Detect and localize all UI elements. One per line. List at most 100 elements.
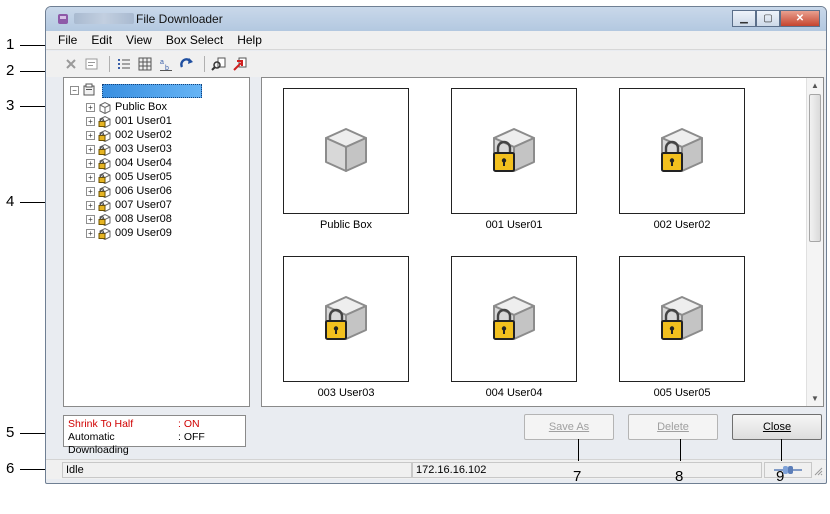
- box-tile[interactable]: Public Box: [283, 88, 409, 231]
- callout-8: 8: [675, 468, 684, 485]
- toolbar-separator: [204, 56, 205, 72]
- expand-icon[interactable]: +: [86, 228, 95, 238]
- delete-button[interactable]: Delete: [628, 414, 718, 440]
- close-button[interactable]: Close: [732, 414, 822, 440]
- shrink-to-half-label: Shrink To Half: [68, 418, 134, 430]
- box-tile[interactable]: 004 User04: [451, 256, 577, 399]
- box-tree-view[interactable]: − + Public Box +001 User01 +002 User02 +003 …: [63, 77, 250, 407]
- tree-item-label: 006 User06: [115, 185, 172, 197]
- connection-indicator: [764, 462, 812, 478]
- minimize-button[interactable]: ▁: [732, 10, 756, 27]
- tree-item-label: 001 User01: [115, 115, 172, 127]
- locked-box-icon: [98, 143, 111, 156]
- tree-item[interactable]: + Public Box: [86, 100, 167, 114]
- status-state: Idle: [62, 462, 412, 478]
- refresh-icon[interactable]: [178, 55, 196, 73]
- resize-grip-icon[interactable]: [813, 466, 823, 476]
- tree-item-label: 008 User08: [115, 213, 172, 225]
- tree-item[interactable]: +003 User03: [86, 142, 172, 156]
- expand-icon[interactable]: +: [86, 214, 95, 224]
- menu-bar: File Edit View Box Select Help: [46, 31, 826, 50]
- locked-box-icon: [493, 128, 535, 172]
- window-title: File Downloader: [136, 12, 223, 26]
- tree-item[interactable]: +009 User09: [86, 226, 172, 240]
- box-tile-label: 003 User03: [317, 387, 375, 399]
- scroll-up-icon[interactable]: ▲: [811, 81, 819, 90]
- box-icon: [325, 128, 367, 172]
- thumbnail-view-icon[interactable]: [136, 55, 154, 73]
- scroll-down-icon[interactable]: ▼: [811, 394, 819, 403]
- box-thumbnail[interactable]: [619, 256, 745, 382]
- box-thumbnail[interactable]: [451, 256, 577, 382]
- box-tile[interactable]: 002 User02: [619, 88, 745, 231]
- save-as-button[interactable]: Save As: [524, 414, 614, 440]
- title-bar: File Downloader ▁ ▢ ✕: [46, 7, 826, 31]
- rename-icon[interactable]: ab: [157, 55, 175, 73]
- tree-item[interactable]: +004 User04: [86, 156, 172, 170]
- locked-box-icon: [98, 227, 111, 240]
- tree-item[interactable]: +008 User08: [86, 212, 172, 226]
- callout-line-8: [680, 439, 681, 461]
- callout-line-7: [578, 439, 579, 461]
- tree-item-label: Public Box: [115, 101, 167, 113]
- box-thumbnail[interactable]: [283, 88, 409, 214]
- window-close-button[interactable]: ✕: [780, 10, 820, 27]
- toolbar: ab: [46, 51, 826, 77]
- scroll-thumb[interactable]: [809, 94, 821, 242]
- download-icon[interactable]: [231, 55, 249, 73]
- expand-icon[interactable]: +: [86, 200, 95, 210]
- locked-box-icon: [98, 115, 111, 128]
- expand-icon[interactable]: +: [86, 102, 95, 112]
- callout-4: 4: [6, 193, 15, 210]
- tree-item[interactable]: +002 User02: [86, 128, 172, 142]
- expand-icon[interactable]: +: [86, 130, 95, 140]
- tree-item[interactable]: +006 User06: [86, 184, 172, 198]
- tree-item[interactable]: +005 User05: [86, 170, 172, 184]
- status-ip-address: 172.16.16.102: [412, 462, 762, 478]
- collapse-icon[interactable]: −: [70, 85, 79, 95]
- callout-2: 2: [6, 62, 15, 79]
- box-thumbnail[interactable]: [451, 88, 577, 214]
- tree-item-label: 005 User05: [115, 171, 172, 183]
- expand-icon[interactable]: +: [86, 172, 95, 182]
- expand-icon[interactable]: +: [86, 158, 95, 168]
- properties-icon[interactable]: [83, 55, 101, 73]
- locked-box-icon: [325, 296, 367, 340]
- box-tile[interactable]: 003 User03: [283, 256, 409, 399]
- automatic-downloading-label: Automatic Downloading: [68, 431, 129, 456]
- box-tile[interactable]: 005 User05: [619, 256, 745, 399]
- box-tile-label: 004 User04: [485, 387, 543, 399]
- tree-item-label: 002 User02: [115, 129, 172, 141]
- tree-root-selection-redacted[interactable]: [102, 84, 202, 98]
- toolbar-separator: [109, 56, 110, 72]
- menu-help[interactable]: Help: [237, 33, 262, 47]
- box-thumbnail[interactable]: [619, 88, 745, 214]
- menu-edit[interactable]: Edit: [91, 33, 112, 47]
- menu-box-select[interactable]: Box Select: [166, 33, 223, 47]
- maximize-button[interactable]: ▢: [756, 10, 780, 27]
- search-icon[interactable]: [210, 55, 228, 73]
- callout-7: 7: [573, 468, 582, 485]
- delete-icon[interactable]: [62, 55, 80, 73]
- expand-icon[interactable]: +: [86, 144, 95, 154]
- callout-1: 1: [6, 36, 15, 53]
- callout-3: 3: [6, 97, 15, 114]
- tree-root[interactable]: −: [70, 83, 96, 97]
- locked-box-icon: [98, 157, 111, 170]
- menu-file[interactable]: File: [58, 33, 77, 47]
- locked-box-icon: [661, 296, 703, 340]
- box-tile[interactable]: 001 User01: [451, 88, 577, 231]
- expand-icon[interactable]: +: [86, 186, 95, 196]
- shrink-to-half-value: : ON: [178, 418, 200, 430]
- box-thumbnail[interactable]: [283, 256, 409, 382]
- svg-text:a: a: [160, 59, 164, 66]
- box-thumbnail-view[interactable]: Public Box 001 User01 002 User02 003 User03…: [261, 77, 824, 407]
- menu-view[interactable]: View: [126, 33, 152, 47]
- device-icon: [83, 83, 95, 96]
- tree-item[interactable]: +007 User07: [86, 198, 172, 212]
- vertical-scrollbar[interactable]: ▲ ▼: [806, 78, 823, 406]
- list-view-icon[interactable]: [115, 55, 133, 73]
- status-bar: Idle 172.16.16.102: [46, 459, 826, 479]
- tree-item[interactable]: +001 User01: [86, 114, 172, 128]
- expand-icon[interactable]: +: [86, 116, 95, 126]
